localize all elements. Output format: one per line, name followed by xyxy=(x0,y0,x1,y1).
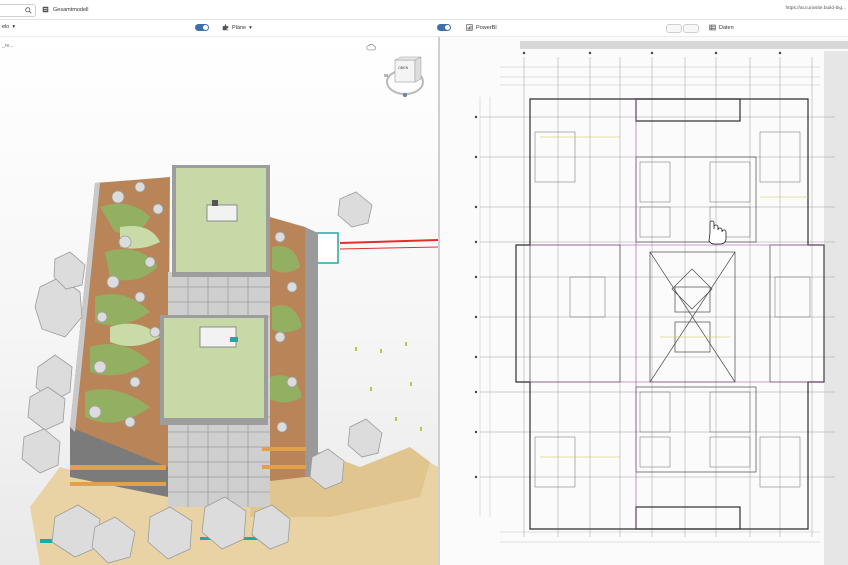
left-sync-toggle[interactable] xyxy=(195,24,209,31)
powerbi-button[interactable]: PowerBI xyxy=(466,24,497,31)
prev-button[interactable] xyxy=(666,24,682,33)
plan-viewer[interactable] xyxy=(440,37,848,565)
powerbi-label: PowerBI xyxy=(476,24,497,31)
red-line xyxy=(339,239,438,244)
view-dropdown[interactable]: elo ▾ xyxy=(2,24,15,30)
building-model xyxy=(21,165,438,565)
data-button[interactable]: Daten xyxy=(709,24,734,31)
next-button[interactable] xyxy=(683,24,699,33)
toggle-switch[interactable] xyxy=(437,24,451,31)
chevron-down-icon: ▾ xyxy=(12,24,16,30)
search-icon[interactable] xyxy=(25,7,32,14)
data-label: Daten xyxy=(719,24,734,31)
floor-plan-drawing xyxy=(440,37,848,565)
red-line xyxy=(339,246,438,250)
report-icon xyxy=(466,24,473,31)
view-dropdown-label: elo xyxy=(2,24,10,30)
chevron-down-icon: ▾ xyxy=(249,24,252,31)
right-sync-toggle[interactable] xyxy=(437,24,451,31)
model-selector[interactable]: Gesamtmodell xyxy=(42,6,88,13)
view-toolbar: elo ▾ Pläne ▾ PowerBI Daten xyxy=(0,20,848,37)
plans-dropdown[interactable]: Pläne ▾ xyxy=(222,24,252,31)
toggle-switch[interactable] xyxy=(195,24,209,31)
url-text: https://accurixsite.build-big... xyxy=(785,6,846,11)
table-icon xyxy=(709,24,716,31)
search-box[interactable] xyxy=(0,4,36,17)
prev-button-shape[interactable] xyxy=(666,24,682,33)
3d-viewer[interactable]: _re... OBEN W xyxy=(0,37,438,565)
next-button-shape[interactable] xyxy=(683,24,699,33)
top-bar: Gesamtmodell https://accurixsite.build-b… xyxy=(0,0,848,20)
model-icon xyxy=(42,6,49,13)
model-title: Gesamtmodell xyxy=(53,6,89,13)
puzzle-icon xyxy=(222,24,229,31)
plans-label: Pläne xyxy=(232,24,247,31)
